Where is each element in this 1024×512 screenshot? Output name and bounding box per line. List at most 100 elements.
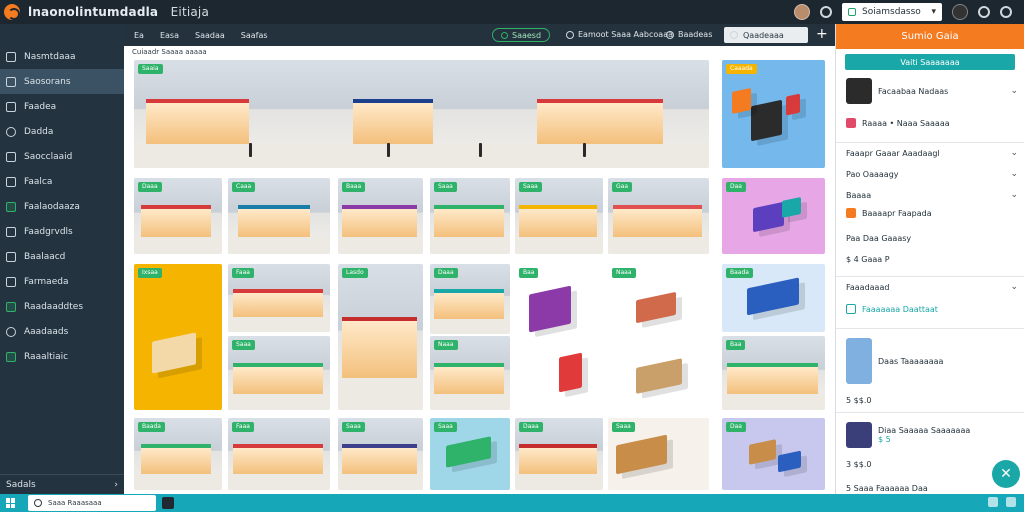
search-icon	[730, 31, 738, 39]
store-tile[interactable]: Daaa	[430, 264, 510, 334]
accordion-row[interactable]: Faaapr Gaaar Aaadaagl ⌄	[846, 148, 1018, 158]
profile-avatar[interactable]	[952, 4, 968, 20]
store-tile[interactable]: Saaa	[515, 178, 603, 254]
section-link-row[interactable]: Faaaaaaa Daattaat	[846, 304, 1018, 314]
toolbar-item[interactable]: Saadaa	[195, 31, 225, 40]
store-tile[interactable]: Naaa	[430, 336, 510, 410]
toolbar-action-2[interactable]: Baadeas	[666, 30, 712, 39]
list-item[interactable]: Diaa Saaaaa Saaaaaaa $ 5	[846, 422, 1018, 448]
add-icon[interactable]: +	[816, 26, 828, 42]
sidebar-item-1[interactable]: Saosorans	[0, 69, 124, 94]
toolbar-item[interactable]: Saafas	[241, 31, 268, 40]
sidebar-item-7[interactable]: Faadgrvdls	[0, 219, 124, 244]
store-tile[interactable]: Daaa	[134, 178, 222, 254]
store-tile[interactable]: Gaa	[608, 178, 709, 254]
close-fab[interactable]: ✕	[992, 460, 1020, 488]
toolbar-item[interactable]: Ea	[134, 31, 144, 40]
store-tile[interactable]: Baada	[134, 418, 222, 490]
system-tray	[988, 497, 1016, 507]
tile-badge: Saaa	[519, 182, 542, 192]
toolbar-action-2-label: Baadeas	[678, 30, 713, 39]
checkbox-row[interactable]: Baaaapr Faapada	[846, 208, 1018, 218]
section-link[interactable]: Faaaaaaa Daattaat	[862, 305, 938, 314]
store-tile[interactable]: Saaa	[608, 418, 709, 490]
tile-badge: Daaa	[434, 268, 458, 278]
detail-panel: Sumio Gaia Vaiti Saaaaaaa Facaabaa Nadaa…	[835, 24, 1024, 494]
sidebar-item-label: Faalca	[24, 176, 53, 187]
store-tile[interactable]: Saaa	[430, 418, 510, 490]
store-tile[interactable]: Daa	[722, 418, 825, 490]
section-header[interactable]: Faaadaaad ⌄	[846, 282, 1018, 292]
sidebar-footer[interactable]: Sadals ›	[0, 474, 124, 494]
accordion-row[interactable]: Paa Daa Gaaasy	[846, 234, 1018, 243]
store-tile[interactable]: Baa	[515, 264, 603, 410]
checkbox-icon	[846, 208, 856, 218]
title-bar: lnaonolintumdadla Eitiaja Soiamsdasso ▾	[0, 0, 1024, 24]
sidebar-item-4[interactable]: Saocclaaid	[0, 144, 124, 169]
windows-icon[interactable]	[6, 498, 16, 508]
tile-badge: Saaia	[138, 64, 163, 74]
sidebar-item-0[interactable]: Nasmtdaaa	[0, 44, 124, 69]
item-title: Daas Taaaaaaaa	[878, 356, 944, 366]
tile-badge: Faaa	[232, 268, 254, 278]
sidebar-item-5[interactable]: Faalca	[0, 169, 124, 194]
sidebar-item-3[interactable]: Dadda	[0, 119, 124, 144]
price-row: $ 4 Gaaa P	[846, 255, 1018, 264]
settings-icon[interactable]	[820, 6, 832, 18]
pill-label: Saaesd	[512, 30, 542, 40]
sidebar-item-label: Saosorans	[24, 76, 71, 87]
sidebar-item-11[interactable]: Aaadaads	[0, 319, 124, 344]
tray-icon[interactable]	[1006, 497, 1016, 507]
store-tile[interactable]: Baa	[722, 336, 825, 410]
store-tile[interactable]: Lasdo	[338, 264, 423, 410]
item-subtitle: $ 5	[878, 435, 891, 444]
accordion-row[interactable]: Pao Oaaaagy ⌄	[846, 169, 1018, 179]
tray-icon[interactable]	[988, 497, 998, 507]
user-avatar[interactable]	[794, 4, 810, 20]
search-input[interactable]: Qaadeaaa	[724, 27, 808, 43]
list-item[interactable]: Daas Taaaaaaaa	[846, 338, 1018, 384]
store-tile[interactable]: Naaa	[608, 264, 709, 410]
toolbar-action-1[interactable]: Eamoot Saaa Aabcoaaa	[566, 30, 673, 39]
item-thumbnail	[846, 422, 872, 448]
store-tile[interactable]: Saaa	[228, 336, 330, 410]
clock-icon	[6, 126, 16, 137]
taskbar-app-icon[interactable]	[162, 497, 174, 509]
store-tile[interactable]: Saaa	[430, 178, 510, 254]
accordion-row[interactable]: Baaaa ⌄	[846, 190, 1018, 200]
store-tile[interactable]: Faaa	[228, 418, 330, 490]
product-row[interactable]: Facaabaa Nadaas ⌄	[846, 78, 1018, 104]
store-tile[interactable]: Ixsaa	[134, 264, 222, 410]
sidebar-item-label: Dadda	[24, 126, 54, 137]
store-tile[interactable]: Faaa	[228, 264, 330, 332]
toolbar-item[interactable]: Easa	[160, 31, 179, 40]
chevron-down-icon: ▾	[931, 7, 936, 17]
toolbar-pill[interactable]: Saaesd	[492, 28, 551, 42]
sidebar-item-8[interactable]: Baalaacd	[0, 244, 124, 269]
store-tile[interactable]: Daa	[722, 178, 825, 254]
taskbar-search[interactable]: Saaa Raaasaaa	[28, 495, 156, 511]
store-tile[interactable]: Baada	[722, 264, 825, 332]
folder-icon	[6, 176, 16, 187]
store-tile[interactable]: Daaa	[515, 418, 603, 490]
store-tile[interactable]: Baaa	[338, 178, 423, 254]
store-select[interactable]: Soiamsdasso ▾	[842, 3, 942, 21]
tile-badge: Naaa	[434, 340, 458, 350]
info-icon[interactable]	[1000, 6, 1012, 18]
sidebar-item-12[interactable]: Raaaltiaic	[0, 344, 124, 369]
store-tile[interactable]: Caaa	[228, 178, 330, 254]
price-text: $ 4 Gaaa P	[846, 255, 890, 264]
sidebar-item-10[interactable]: Raadaaddtes	[0, 294, 124, 319]
panel-primary-button[interactable]: Vaiti Saaaaaaa	[845, 54, 1015, 70]
help-icon[interactable]	[978, 6, 990, 18]
sidebar-item-2[interactable]: Faadea	[0, 94, 124, 119]
pill-icon	[501, 31, 508, 39]
tile-badge: Baaa	[342, 182, 366, 192]
sidebar-item-9[interactable]: Farmaeda	[0, 269, 124, 294]
sidebar-item-6[interactable]: Faalaodaaza	[0, 194, 124, 219]
store-tile[interactable]: Saaia	[134, 60, 709, 168]
store-tile[interactable]: Saaa	[338, 418, 423, 490]
store-tile[interactable]: Caaada	[722, 60, 825, 168]
sidebar-item-label: Faadea	[24, 101, 57, 112]
tile-badge: Daa	[726, 182, 746, 192]
